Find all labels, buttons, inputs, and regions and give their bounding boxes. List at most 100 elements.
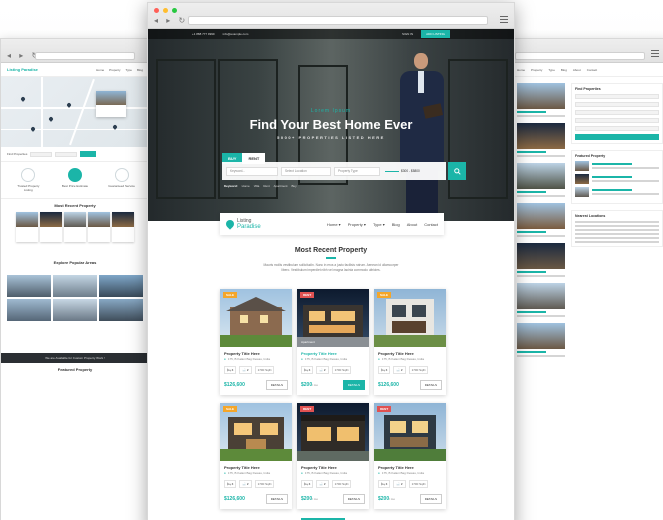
property-title[interactable]: Property Title Here xyxy=(220,461,292,471)
property-card[interactable]: RENT Apartment Property Title Here ● 175, B … xyxy=(297,289,369,395)
site-logo[interactable]: Listing Paradise xyxy=(224,218,261,230)
left-nav-blog[interactable]: Blog xyxy=(137,68,143,72)
nav-about[interactable]: About xyxy=(407,222,417,227)
nav-contact[interactable]: Contact xyxy=(424,222,438,227)
menu-icon[interactable] xyxy=(500,16,508,23)
right-field[interactable] xyxy=(575,102,659,107)
main-nav-arrows[interactable]: ◂ ▸ ↻ xyxy=(154,16,188,25)
beds-count: 🛏 3 xyxy=(378,480,391,488)
map-pin-icon[interactable] xyxy=(30,126,36,132)
left-nav-home[interactable]: Home xyxy=(96,68,104,72)
left-property-card[interactable] xyxy=(64,212,86,242)
menu-icon[interactable] xyxy=(651,50,659,57)
right-field[interactable] xyxy=(575,94,659,99)
left-property-card[interactable] xyxy=(88,212,110,242)
left-map[interactable] xyxy=(1,77,149,147)
right-list-item[interactable] xyxy=(517,283,565,317)
details-button[interactable]: DETAILS xyxy=(265,380,288,390)
area-tile[interactable] xyxy=(99,299,143,321)
left-property-card[interactable] xyxy=(40,212,62,242)
right-list-item[interactable] xyxy=(517,243,565,277)
left-logo[interactable]: Listing Paradise xyxy=(7,67,38,72)
right-field[interactable] xyxy=(575,126,659,131)
right-url-bar[interactable] xyxy=(515,52,645,60)
right-search-button[interactable] xyxy=(575,134,659,140)
keyword-link[interactable]: Rent xyxy=(263,184,269,188)
left-location-input[interactable] xyxy=(55,151,78,157)
nav-blog[interactable]: Blog xyxy=(392,222,400,227)
left-nav-property[interactable]: Property xyxy=(109,68,120,72)
signin-link[interactable]: SIGN IN xyxy=(402,32,413,36)
property-card[interactable]: RENT Property Title Here ● 175, B Kalani Ba… xyxy=(297,403,369,509)
right-field[interactable] xyxy=(575,110,659,115)
details-button[interactable]: DETAILS xyxy=(265,494,288,504)
left-site-nav: Listing Paradise Home Property Type Blog xyxy=(1,63,149,77)
left-search-button[interactable] xyxy=(80,151,97,157)
property-card[interactable]: SALE Property Title Here ● 175, B Kalani Ba… xyxy=(374,289,446,395)
property-type-select[interactable]: Property Type xyxy=(334,166,380,176)
left-browser-chrome: ◂ ▸ ↻ xyxy=(1,39,149,63)
property-title[interactable]: Property Title Here xyxy=(297,461,369,471)
property-title[interactable]: Property Title Here xyxy=(220,347,292,357)
keyword-link[interactable]: Home xyxy=(242,184,250,188)
area-tile[interactable] xyxy=(7,299,51,321)
section-title: Most Recent Property xyxy=(294,247,368,254)
right-nav-type[interactable]: Type xyxy=(548,68,555,72)
area-size: 1700 SqFt xyxy=(331,366,352,374)
left-property-card[interactable] xyxy=(112,212,134,242)
keyword-link[interactable]: Villa xyxy=(254,184,260,188)
details-button[interactable]: DETAILS xyxy=(342,380,365,390)
details-button[interactable]: DETAILS xyxy=(419,380,442,390)
right-list-item[interactable] xyxy=(517,123,565,157)
maximize-window-icon[interactable] xyxy=(172,8,177,13)
property-title[interactable]: Property Title Here xyxy=(297,347,369,357)
main-browser-window: ◂ ▸ ↻ +1 888 777 9999 info@example.com S… xyxy=(147,2,515,520)
minimize-window-icon[interactable] xyxy=(163,8,168,13)
left-url-bar[interactable] xyxy=(35,52,135,60)
search-button[interactable] xyxy=(448,162,466,180)
area-tile[interactable] xyxy=(53,275,97,297)
right-list-item[interactable] xyxy=(517,323,565,357)
nav-home[interactable]: Home ▾ xyxy=(327,222,341,227)
nav-property[interactable]: Property ▾ xyxy=(348,222,366,227)
keyword-link[interactable]: Apartment xyxy=(274,184,288,188)
map-marker-icon: ● xyxy=(301,357,303,361)
main-url-bar[interactable] xyxy=(188,16,488,25)
property-title[interactable]: Property Title Here xyxy=(374,461,446,471)
area-tile[interactable] xyxy=(53,299,97,321)
left-search-input[interactable] xyxy=(30,151,53,157)
details-button[interactable]: DETAILS xyxy=(342,494,365,504)
price-range-slider[interactable]: $300 - $5800 xyxy=(385,169,420,173)
details-button[interactable]: DETAILS xyxy=(419,494,442,504)
right-nav-about[interactable]: About xyxy=(573,68,581,72)
property-card[interactable]: SALE Property Title Here ● 175, B Kalani Ba… xyxy=(220,289,292,395)
close-window-icon[interactable] xyxy=(154,8,159,13)
keyword-input[interactable]: Keyword... xyxy=(226,166,278,176)
right-field[interactable] xyxy=(575,118,659,123)
location-select[interactable]: Select Location xyxy=(281,166,331,176)
nav-type[interactable]: Type ▾ xyxy=(373,222,385,227)
property-price: $126,600 xyxy=(378,382,399,388)
property-price: $200/ mo xyxy=(378,496,395,502)
area-tile[interactable] xyxy=(7,275,51,297)
property-title[interactable]: Property Title Here xyxy=(374,347,446,357)
right-nav-property[interactable]: Property xyxy=(531,68,542,72)
left-property-card[interactable] xyxy=(16,212,38,242)
area-tile[interactable] xyxy=(99,275,143,297)
property-card[interactable]: SALE Property Title Here ● 175, B Kalani Ba… xyxy=(220,403,292,509)
map-pin-icon[interactable] xyxy=(48,116,54,122)
add-listing-button[interactable]: ADD LISTING xyxy=(421,30,450,38)
right-nav-home[interactable]: Home xyxy=(517,68,525,72)
right-nav-contact[interactable]: Contact xyxy=(587,68,597,72)
right-list-item[interactable] xyxy=(517,83,565,117)
map-pin-icon[interactable] xyxy=(20,96,26,102)
keyword-link[interactable]: Buy xyxy=(292,184,297,188)
status-badge: RENT xyxy=(377,406,392,412)
right-nav-blog[interactable]: Blog xyxy=(561,68,567,72)
left-nav-type[interactable]: Type xyxy=(125,68,132,72)
right-list-item[interactable] xyxy=(517,203,565,237)
right-browser-window: Home Property Type Blog About Contact Fi… xyxy=(510,38,663,520)
map-popup-card[interactable] xyxy=(96,91,126,117)
property-card[interactable]: RENT Property Title Here ● 175, B Kalani Ba… xyxy=(374,403,446,509)
right-list-item[interactable] xyxy=(517,163,565,197)
